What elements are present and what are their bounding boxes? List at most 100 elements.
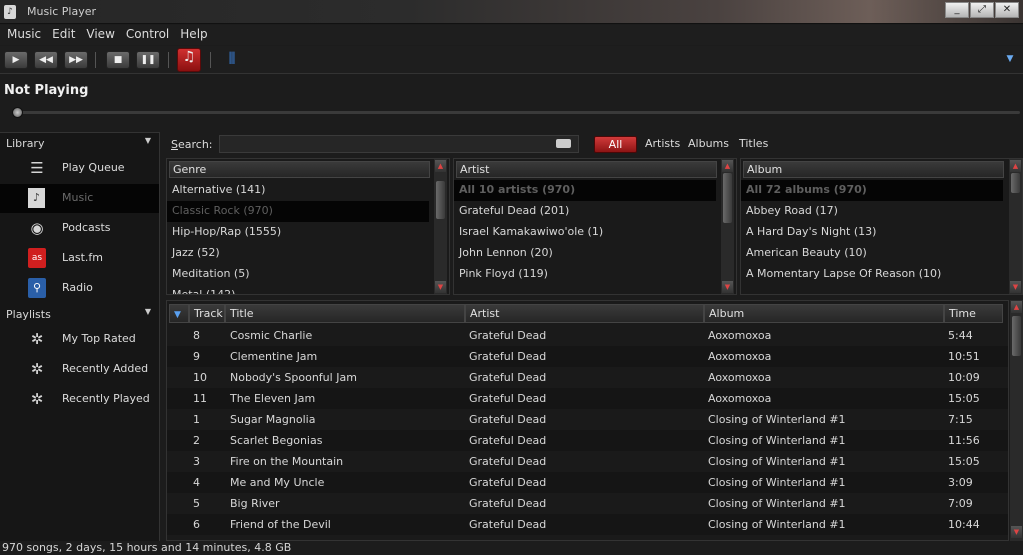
playlists-header[interactable]: Playlists ▼ xyxy=(0,304,159,324)
scroll-thumb[interactable] xyxy=(723,173,732,223)
sort-column-header[interactable]: ▼ xyxy=(169,304,189,323)
artist-row[interactable]: Israel Kamakawiwo'ole (1) xyxy=(454,222,716,243)
scroll-thumb[interactable] xyxy=(1012,316,1021,356)
play-button[interactable]: ▶ xyxy=(4,51,28,69)
scroll-down-icon[interactable]: ▼ xyxy=(1011,526,1022,538)
sidebar-item-music[interactable]: ♪ Music xyxy=(0,184,159,213)
album-scrollbar[interactable]: ▲ ▼ xyxy=(1009,159,1022,294)
table-row[interactable]: 3 Fire on the Mountain Grateful Dead Clo… xyxy=(167,451,1008,472)
sidebar-item-play-queue[interactable]: ☰ Play Queue xyxy=(0,154,159,183)
previous-button[interactable]: ◀◀ xyxy=(34,51,58,69)
scroll-thumb[interactable] xyxy=(436,181,445,219)
menu-view[interactable]: View xyxy=(85,25,120,45)
album-row[interactable]: A Hard Day's Night (13) xyxy=(741,222,1003,243)
sidebar-item-recently-added[interactable]: ✲ Recently Added xyxy=(0,355,159,384)
sidebar-item-label: Radio xyxy=(62,281,93,294)
table-row[interactable]: 5 Big River Grateful Dead Closing of Win… xyxy=(167,493,1008,514)
table-row[interactable]: 9 Clementine Jam Grateful Dead Aoxomoxoa… xyxy=(167,346,1008,367)
filter-artists-button[interactable]: Artists xyxy=(645,136,680,153)
track-number: 5 xyxy=(193,497,200,510)
maximize-button[interactable]: ⤢ xyxy=(970,2,994,18)
column-header-album[interactable]: Album xyxy=(704,304,944,323)
genre-row[interactable]: Meditation (5) xyxy=(167,264,429,285)
sidebar-item-radio[interactable]: ⚲ Radio xyxy=(0,274,159,303)
tracklist-scrollbar[interactable]: ▲ ▼ xyxy=(1010,300,1023,541)
search-input[interactable] xyxy=(219,135,579,153)
table-row[interactable]: 4 Me and My Uncle Grateful Dead Closing … xyxy=(167,472,1008,493)
title-bar: ♪ Music Player _ ⤢ ✕ xyxy=(0,0,1023,24)
menu-help[interactable]: Help xyxy=(179,25,213,45)
genre-row[interactable]: Jazz (52) xyxy=(167,243,429,264)
column-header-artist[interactable]: Artist xyxy=(465,304,704,323)
app-icon: ♪ xyxy=(4,5,16,19)
genre-row[interactable]: Metal (142) xyxy=(167,285,429,294)
sidebar-item-label: Recently Played xyxy=(62,392,150,405)
menu-music[interactable]: Music xyxy=(6,25,47,45)
volume-button[interactable]: ▼ xyxy=(998,51,1022,69)
pause-button[interactable]: ❚❚ xyxy=(136,51,160,69)
artist-row[interactable]: Grateful Dead (201) xyxy=(454,201,716,222)
close-button[interactable]: ✕ xyxy=(995,2,1019,18)
music-view-button[interactable]: ♫ xyxy=(177,48,201,72)
table-row[interactable]: 6 Friend of the Devil Grateful Dead Clos… xyxy=(167,514,1008,535)
column-header-track[interactable]: Track xyxy=(189,304,225,323)
track-album: Aoxomoxoa xyxy=(708,350,772,363)
track-time: 11:56 xyxy=(948,434,980,447)
artist-column-header[interactable]: Artist xyxy=(456,161,717,178)
scroll-thumb[interactable] xyxy=(1011,173,1020,193)
scroll-down-icon[interactable]: ▼ xyxy=(722,281,733,293)
genre-row[interactable]: Alternative (141) xyxy=(167,180,429,201)
clear-search-icon[interactable] xyxy=(556,139,571,148)
sidebar-item-my-top-rated[interactable]: ✲ My Top Rated xyxy=(0,325,159,354)
seek-bar[interactable] xyxy=(16,111,1020,114)
table-row[interactable]: 1 Sugar Magnolia Grateful Dead Closing o… xyxy=(167,409,1008,430)
artist-row[interactable]: John Lennon (20) xyxy=(454,243,716,264)
track-title: The Eleven Jam xyxy=(230,392,316,405)
seek-handle[interactable] xyxy=(12,107,23,118)
minimize-button[interactable]: _ xyxy=(945,2,969,18)
menu-control[interactable]: Control xyxy=(125,25,175,45)
scroll-up-icon[interactable]: ▲ xyxy=(722,160,733,172)
artist-row-selected[interactable]: All 10 artists (970) xyxy=(454,180,716,201)
menu-bar: Music Edit View Control Help xyxy=(0,25,1023,45)
scroll-down-icon[interactable]: ▼ xyxy=(1010,281,1021,293)
next-button[interactable]: ▶▶ xyxy=(64,51,88,69)
table-row[interactable]: 8 Cosmic Charlie Grateful Dead Aoxomoxoa… xyxy=(167,325,1008,346)
filter-albums-button[interactable]: Albums xyxy=(688,136,729,153)
track-artist: Grateful Dead xyxy=(469,413,547,426)
column-header-title[interactable]: Title xyxy=(225,304,465,323)
sidebar-item-recently-played[interactable]: ✲ Recently Played xyxy=(0,385,159,414)
table-row[interactable]: 10 Nobody's Spoonful Jam Grateful Dead A… xyxy=(167,367,1008,388)
library-header[interactable]: Library ▼ xyxy=(0,133,159,153)
genre-column-header[interactable]: Genre xyxy=(169,161,430,178)
album-row[interactable]: A Momentary Lapse Of Reason (10) xyxy=(741,264,1003,285)
track-time: 7:15 xyxy=(948,413,973,426)
scroll-down-icon[interactable]: ▼ xyxy=(435,281,446,293)
album-row[interactable]: American Beauty (10) xyxy=(741,243,1003,264)
menu-edit[interactable]: Edit xyxy=(51,25,81,45)
album-row[interactable]: Abbey Road (17) xyxy=(741,201,1003,222)
sidebar-item-lastfm[interactable]: as Last.fm xyxy=(0,244,159,273)
sidebar-item-label: Podcasts xyxy=(62,221,111,234)
scroll-up-icon[interactable]: ▲ xyxy=(1011,301,1022,313)
table-row[interactable]: 11 The Eleven Jam Grateful Dead Aoxomoxo… xyxy=(167,388,1008,409)
scroll-up-icon[interactable]: ▲ xyxy=(435,160,446,172)
scroll-up-icon[interactable]: ▲ xyxy=(1010,160,1021,172)
genre-row[interactable]: Hip-Hop/Rap (1555) xyxy=(167,222,429,243)
column-header-time[interactable]: Time xyxy=(944,304,1003,323)
next-icon: ▶▶ xyxy=(69,55,83,65)
genre-scrollbar[interactable]: ▲ ▼ xyxy=(434,159,447,294)
table-row[interactable]: 2 Scarlet Begonias Grateful Dead Closing… xyxy=(167,430,1008,451)
genre-row-selected[interactable]: Classic Rock (970) xyxy=(167,201,429,222)
filter-all-button[interactable]: All xyxy=(594,136,637,153)
filter-titles-button[interactable]: Titles xyxy=(739,136,768,153)
sidebar-item-podcasts[interactable]: ◉ Podcasts xyxy=(0,214,159,243)
now-playing-label: Not Playing xyxy=(4,83,89,98)
album-row-selected[interactable]: All 72 albums (970) xyxy=(741,180,1003,201)
equalizer-button[interactable]: ⦀ xyxy=(220,51,244,69)
artist-scrollbar[interactable]: ▲ ▼ xyxy=(721,159,734,294)
album-column-header[interactable]: Album xyxy=(743,161,1004,178)
stop-button[interactable]: ■ xyxy=(106,51,130,69)
track-number: 3 xyxy=(193,455,200,468)
artist-row[interactable]: Pink Floyd (119) xyxy=(454,264,716,285)
